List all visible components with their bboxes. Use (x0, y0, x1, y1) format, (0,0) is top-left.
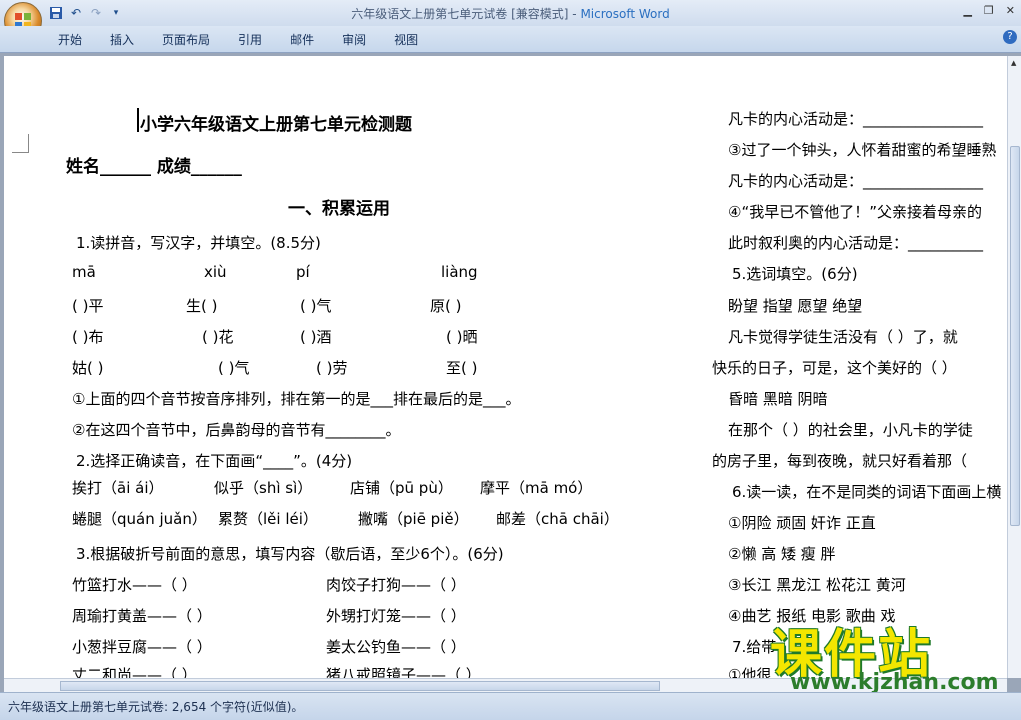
right-line: 快乐的日子，可是，这个美好的（ ） (712, 359, 957, 377)
idiom-left: 丈二和尚——（ ） (72, 666, 197, 678)
fill-cell: 姑( ) (72, 359, 104, 377)
tab-references[interactable]: 引用 (238, 31, 262, 48)
fill-cell: ( )气 (218, 359, 250, 377)
fill-cell: 生( ) (186, 297, 218, 315)
margin-corner-mark (12, 134, 29, 153)
tab-home[interactable]: 开始 (58, 31, 82, 48)
idiom-left: 周瑜打黄盖——（ ） (72, 607, 212, 625)
fill-cell: 原( ) (430, 297, 462, 315)
fill-cell: ( )劳 (316, 359, 348, 377)
fill-cell: ( )气 (300, 297, 332, 315)
tab-view[interactable]: 视图 (394, 31, 418, 48)
pronunciation-option: 邮差（chā chāi） (496, 510, 619, 528)
text-cursor (137, 108, 139, 132)
section-heading: 一、积累运用 (288, 199, 390, 219)
pronunciation-option: 蜷腿（quán juǎn） (72, 510, 207, 528)
idiom-left: 小葱拌豆腐——（ ） (72, 638, 212, 656)
fill-cell: ( )平 (72, 297, 104, 315)
fill-cell: 至( ) (446, 359, 478, 377)
right-line: ④“我早已不管他了！”父亲接着母亲的 (728, 203, 982, 221)
ribbon-tabs: 开始 插入 页面布局 引用 邮件 审阅 视图 (58, 31, 446, 48)
close-icon[interactable]: ✕ (1006, 4, 1015, 17)
pinyin-4: liàng (441, 263, 478, 281)
tab-review[interactable]: 审阅 (342, 31, 366, 48)
title-separator: - (568, 7, 581, 21)
right-line: 凡卡觉得学徒生活没有（ ）了，就 (728, 328, 958, 346)
ribbon-tab-bar: 开始 插入 页面布局 引用 邮件 审阅 视图 ? (0, 26, 1021, 53)
question-3: 3.根据破折号前面的意思，填写内容（歇后语，至少6个）。(6分) (76, 545, 504, 563)
right-line: 此时叙利奥的内心活动是：__________ (728, 234, 984, 252)
document-page[interactable]: 小学六年级语文上册第七单元检测题 姓名______ 成绩______ 一、积累运… (4, 56, 1007, 678)
app-name: Microsoft Word (580, 7, 670, 21)
right-line: 5.选词填空。(6分) (732, 265, 858, 283)
idiom-right: 猪八戒照镜子——（ ） (326, 666, 481, 678)
vertical-scroll-thumb[interactable] (1010, 146, 1020, 526)
minimize-icon[interactable]: ▁ (963, 4, 971, 17)
fill-cell: ( )晒 (446, 328, 478, 346)
right-line: ③长江 黑龙江 松花江 黄河 (728, 576, 906, 594)
right-line: ①阴险 顽固 奸诈 正直 (728, 514, 876, 532)
idiom-right: 肉饺子打狗——（ ） (326, 576, 466, 594)
right-line: 凡卡的内心活动是：________________ (728, 172, 984, 190)
pronunciation-option: 挨打（āi ái） (72, 479, 164, 497)
status-text: 六年级语文上册第七单元试卷: 2,654 个字符(近似值)。 (8, 700, 304, 714)
fill-cell: ( )花 (202, 328, 234, 346)
idiom-right: 姜太公钓鱼——（ ） (326, 638, 466, 656)
help-icon[interactable]: ? (1003, 30, 1017, 44)
tab-mailings[interactable]: 邮件 (290, 31, 314, 48)
pronunciation-option: 似乎（shì sì） (214, 479, 313, 497)
idiom-left: 竹篮打水——（ ） (72, 576, 197, 594)
tab-insert[interactable]: 插入 (110, 31, 134, 48)
fill-cell: ( )布 (72, 328, 104, 346)
right-line: 昏暗 黑暗 阴暗 (728, 390, 828, 408)
maximize-icon[interactable]: ❐ (984, 4, 994, 17)
right-line: ②懒 高 矮 瘦 胖 (728, 545, 836, 563)
right-line: 凡卡的内心活动是：________________ (728, 110, 984, 128)
pinyin-2: xiù (204, 263, 227, 281)
status-bar: 六年级语文上册第七单元试卷: 2,654 个字符(近似值)。 (0, 692, 1021, 720)
right-line: 的房子里，每到夜晚，就只好看着那（ (712, 452, 968, 470)
question-1: 1.读拼音，写汉字，并填空。(8.5分) (76, 234, 321, 252)
pronunciation-option: 撇嘴（piē piě） (358, 510, 469, 528)
question-1a: ①上面的四个音节按音序排列，排在第一的是___排在最后的是___。 (72, 390, 521, 408)
name-score-line: 姓名______ 成绩______ (66, 157, 242, 177)
question-2: 2.选择正确读音，在下面画“____”。(4分) (76, 452, 353, 470)
fill-cell: ( )酒 (300, 328, 332, 346)
pronunciation-option: 店铺（pū pù） (350, 479, 453, 497)
pinyin-3: pí (296, 263, 310, 281)
tab-page-layout[interactable]: 页面布局 (162, 31, 210, 48)
window-controls: ▁ ❐ ✕ (963, 4, 1015, 17)
right-line: 6.读一读，在不是同类的词语下面画上横 (732, 483, 1002, 501)
pronunciation-option: 累赘（lěi léi） (218, 510, 318, 528)
pronunciation-option: 摩平（mā mó） (480, 479, 593, 497)
pinyin-1: mā (72, 263, 96, 281)
question-1b: ②在这四个音节中，后鼻韵母的音节有________。 (72, 421, 401, 439)
idiom-right: 外甥打灯笼——（ ） (326, 607, 466, 625)
title-bar: ↶ ↷ ▾ 六年级语文上册第七单元试卷 [兼容模式] - Microsoft W… (0, 0, 1021, 40)
document-title: 六年级语文上册第七单元试卷 [兼容模式] (351, 7, 569, 21)
right-line: ①他很 (728, 666, 772, 678)
window-title: 六年级语文上册第七单元试卷 [兼容模式] - Microsoft Word (0, 5, 1021, 22)
right-line: ③过了一个钟头，人怀着甜蜜的希望睡熟 (728, 141, 997, 159)
right-line: 在那个（ ）的社会里，小凡卡的学徒 (728, 421, 973, 439)
vertical-scrollbar[interactable]: ▲ (1007, 56, 1021, 678)
horizontal-scroll-thumb[interactable] (60, 681, 660, 691)
scroll-up-icon[interactable]: ▲ (1011, 59, 1016, 67)
document-title-heading: 小学六年级语文上册第七单元检测题 (140, 115, 412, 135)
right-line: 盼望 指望 愿望 绝望 (728, 297, 863, 315)
